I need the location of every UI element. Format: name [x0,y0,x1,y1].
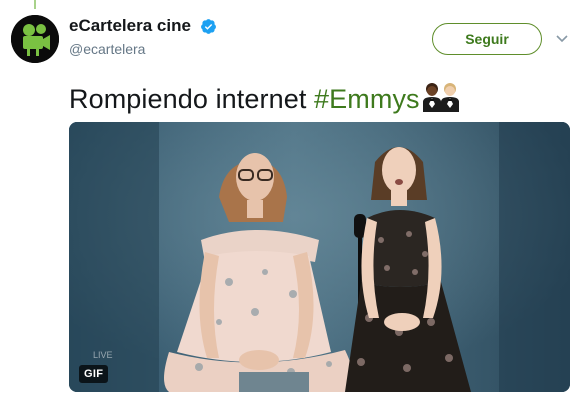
avatar[interactable] [11,15,59,63]
account-handle[interactable]: @ecartelera [69,41,217,57]
display-name[interactable]: eCartelera cine [69,16,191,36]
thread-connector-line [34,0,36,9]
hashtag-link[interactable]: #Emmys [314,84,420,114]
chevron-down-icon[interactable] [555,34,569,44]
men-in-tuxedo-emoji [422,83,459,112]
tweet-media-gif[interactable]: LIVE GIF [69,122,570,392]
tweet-body-text: Rompiendo internet [69,84,315,114]
tweet-text: Rompiendo internet #Emmys [69,80,460,115]
gif-frame-illustration: LIVE [69,122,570,392]
film-camera-icon [11,15,59,63]
follow-button[interactable]: Seguir [432,23,542,55]
live-watermark-text: LIVE [93,350,113,360]
verified-badge-icon [201,18,217,34]
account-names: eCartelera cine @ecartelera [69,16,217,57]
live-watermark: LIVE [93,350,113,360]
tweet-header: eCartelera cine @ecartelera Seguir [11,14,569,64]
gif-badge: GIF [79,365,109,383]
